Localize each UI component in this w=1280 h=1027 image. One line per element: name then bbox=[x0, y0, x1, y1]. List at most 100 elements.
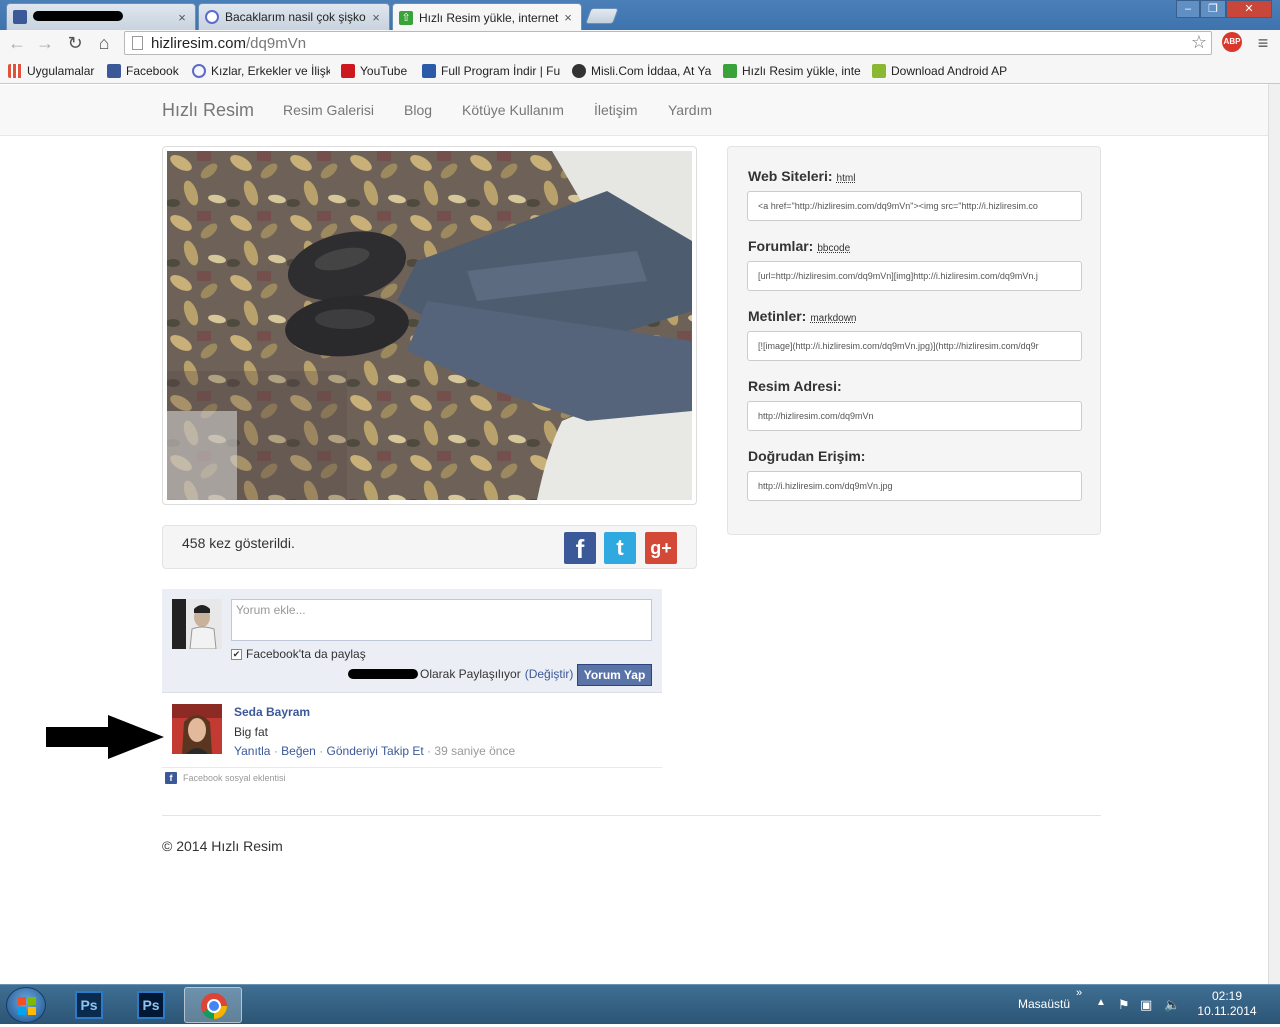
tab-title: Hızlı Resim yükle, internet bbox=[419, 10, 559, 25]
like-link[interactable]: Beğen bbox=[281, 744, 316, 758]
comment-compose-box: Yorum ekle... ✔ Facebook'ta da paylaş Ol… bbox=[162, 589, 662, 693]
tab-close-icon[interactable]: × bbox=[175, 10, 189, 25]
tab-facebook[interactable]: × bbox=[6, 3, 196, 30]
nav-blog[interactable]: Blog bbox=[404, 102, 432, 118]
address-bar[interactable]: hizliresim.com/dq9mVn ☆ bbox=[124, 31, 1212, 55]
nav-iletisim[interactable]: İletişim bbox=[594, 102, 638, 118]
bookmark-apps[interactable]: Uygulamalar bbox=[8, 62, 100, 80]
site-brand[interactable]: Hızlı Resim bbox=[162, 100, 254, 121]
embed-label-markdown: Metinler: markdown bbox=[748, 308, 857, 324]
url-path: /dq9mVn bbox=[246, 35, 307, 52]
posting-as: Olarak Paylaşılıyor (Değiştir) bbox=[348, 667, 573, 681]
nav-yardim[interactable]: Yardım bbox=[668, 102, 712, 118]
chrome-icon bbox=[201, 993, 228, 1020]
close-window-button[interactable]: ✕ bbox=[1226, 0, 1272, 18]
desktop-toolbar-label[interactable]: Masaüstü bbox=[1018, 997, 1070, 1011]
bookmark-full-program[interactable]: Full Program İndir | Fu bbox=[422, 62, 562, 80]
volume-icon[interactable]: 🔈 bbox=[1164, 997, 1180, 1013]
upload-arrow-icon: ⇧ bbox=[399, 10, 413, 25]
site-navbar: Hızlı Resim Resim Galerisi Blog Kötüye K… bbox=[0, 85, 1268, 136]
home-icon[interactable]: ⌂ bbox=[93, 32, 115, 54]
commenter-avatar[interactable] bbox=[172, 704, 222, 754]
tray-expand-icon[interactable]: ▲ bbox=[1096, 997, 1106, 1008]
bookmark-kizlar[interactable]: Kızlar, Erkekler ve İlişki bbox=[192, 62, 330, 80]
embed-field-direct[interactable]: http://i.hizliresim.com/dq9mVn.jpg bbox=[747, 471, 1082, 501]
comment-actions: Yanıtla · Beğen · Gönderiyi Takip Et · 3… bbox=[234, 744, 516, 758]
adblock-icon[interactable]: ABP bbox=[1222, 32, 1242, 52]
twitter-share-icon[interactable]: t bbox=[604, 532, 636, 564]
embed-field-image-url[interactable]: http://hizliresim.com/dq9mVn bbox=[747, 401, 1082, 431]
googleplus-share-icon[interactable]: g+ bbox=[645, 532, 677, 564]
uploaded-photo[interactable] bbox=[167, 151, 692, 500]
embed-field-bbcode[interactable]: [url=http://hizliresim.com/dq9mVn][img]h… bbox=[747, 261, 1082, 291]
embed-label-direct: Doğrudan Erişim: bbox=[748, 448, 866, 464]
bookmark-star-icon[interactable]: ☆ bbox=[1191, 32, 1207, 53]
facebook-share-icon[interactable]: f bbox=[564, 532, 596, 564]
forward-icon[interactable]: → bbox=[34, 32, 56, 54]
share-facebook-checkbox[interactable]: ✔ bbox=[231, 648, 242, 660]
comment-timestamp[interactable]: 39 saniye önce bbox=[434, 744, 515, 758]
embed-field-markdown[interactable]: [![image](http://i.hizliresim.com/dq9mVn… bbox=[747, 331, 1082, 361]
back-icon[interactable]: ← bbox=[6, 32, 28, 54]
nav-resim-galerisi[interactable]: Resim Galerisi bbox=[283, 102, 374, 118]
view-count: 458 kez gösterildi. bbox=[182, 535, 295, 551]
embed-label-image-url: Resim Adresi: bbox=[748, 378, 842, 394]
browser-titlebar: × Bacaklarım nasil çok şişko × ⇧ Hızlı R… bbox=[0, 0, 1280, 31]
photoshop-icon: Ps bbox=[137, 991, 165, 1019]
share-facebook-label: Facebook'ta da paylaş bbox=[246, 647, 366, 661]
taskbar-photoshop-2[interactable]: Ps bbox=[122, 987, 180, 1023]
redacted-username bbox=[348, 669, 418, 679]
maximize-button[interactable]: ❐ bbox=[1200, 0, 1226, 18]
taskbar-chrome[interactable] bbox=[184, 987, 242, 1023]
user-avatar bbox=[172, 599, 222, 649]
taskbar-clock[interactable]: 02:19 10.11.2014 bbox=[1190, 989, 1264, 1019]
tab-close-icon[interactable]: × bbox=[561, 10, 575, 25]
clock-time: 02:19 bbox=[1211, 989, 1243, 1003]
reload-icon[interactable]: ↻ bbox=[64, 32, 86, 54]
action-center-flag-icon[interactable]: ⚑ bbox=[1118, 997, 1130, 1013]
apps-grid-icon bbox=[8, 64, 22, 78]
share-facebook-option[interactable]: ✔ Facebook'ta da paylaş bbox=[231, 647, 366, 661]
page-scrollbar[interactable] bbox=[1268, 84, 1280, 984]
follow-post-link[interactable]: Gönderiyi Takip Et bbox=[327, 744, 424, 758]
bookmark-misli[interactable]: Misli.Com İddaa, At Ya bbox=[572, 62, 712, 80]
menu-icon[interactable]: ≡ bbox=[1252, 32, 1274, 54]
network-icon[interactable]: ▣ bbox=[1140, 997, 1152, 1013]
embed-field-html[interactable]: <a href="http://hizliresim.com/dq9mVn"><… bbox=[747, 191, 1082, 221]
embed-label-bbcode: Forumlar: bbcode bbox=[748, 238, 851, 254]
clock-date: 10.11.2014 bbox=[1197, 1004, 1257, 1018]
photoshop-icon: Ps bbox=[75, 991, 103, 1019]
comment-input[interactable]: Yorum ekle... bbox=[231, 599, 652, 641]
tab-bacaklarim[interactable]: Bacaklarım nasil çok şişko × bbox=[198, 3, 390, 30]
bookmarks-bar: Uygulamalar Facebook Kızlar, Erkekler ve… bbox=[0, 58, 1280, 84]
commenter-name[interactable]: Seda Bayram bbox=[234, 705, 310, 719]
swirl-icon bbox=[205, 10, 219, 24]
post-comment-button[interactable]: Yorum Yap bbox=[577, 664, 652, 686]
bookmark-facebook[interactable]: Facebook bbox=[107, 62, 185, 80]
redacted-tab-title bbox=[33, 11, 123, 21]
taskbar-photoshop-1[interactable]: Ps bbox=[60, 987, 118, 1023]
program-icon bbox=[422, 64, 436, 78]
comment-text: Big fat bbox=[234, 725, 269, 739]
change-account-link[interactable]: (Değiştir) bbox=[525, 667, 574, 681]
facebook-plugin-credit[interactable]: f Facebook sosyal eklentisi bbox=[165, 772, 286, 784]
toolbar-expand-icon[interactable]: » bbox=[1076, 987, 1082, 999]
comment-item: Seda Bayram Big fat Yanıtla · Beğen · Gö… bbox=[162, 694, 662, 768]
new-tab-button[interactable] bbox=[585, 8, 619, 24]
embed-label-html: Web Siteleri: html bbox=[748, 168, 856, 184]
reply-link[interactable]: Yanıtla bbox=[234, 744, 270, 758]
bookmark-android[interactable]: Download Android AP bbox=[872, 62, 1012, 80]
tab-close-icon[interactable]: × bbox=[369, 10, 383, 25]
windows-taskbar: Ps Ps Masaüstü » ▲ ⚑ ▣ 🔈 02:19 10.11.201… bbox=[0, 984, 1280, 1024]
start-button[interactable] bbox=[6, 987, 46, 1023]
facebook-icon bbox=[13, 10, 27, 24]
nav-kotuye-kullanim[interactable]: Kötüye Kullanım bbox=[462, 102, 564, 118]
swirl-icon bbox=[192, 64, 206, 78]
bookmark-youtube[interactable]: YouTube bbox=[341, 62, 415, 80]
footer-copyright: © 2014 Hızlı Resim bbox=[162, 838, 283, 854]
minimize-button[interactable]: – bbox=[1176, 0, 1200, 18]
tab-hizliresim[interactable]: ⇧ Hızlı Resim yükle, internet × bbox=[392, 3, 582, 31]
facebook-icon: f bbox=[165, 772, 177, 784]
browser-toolbar: ← → ↻ ⌂ hizliresim.com/dq9mVn ☆ ABP ≡ bbox=[0, 30, 1280, 58]
bookmark-hizliresim[interactable]: Hızlı Resim yükle, inter bbox=[723, 62, 861, 80]
